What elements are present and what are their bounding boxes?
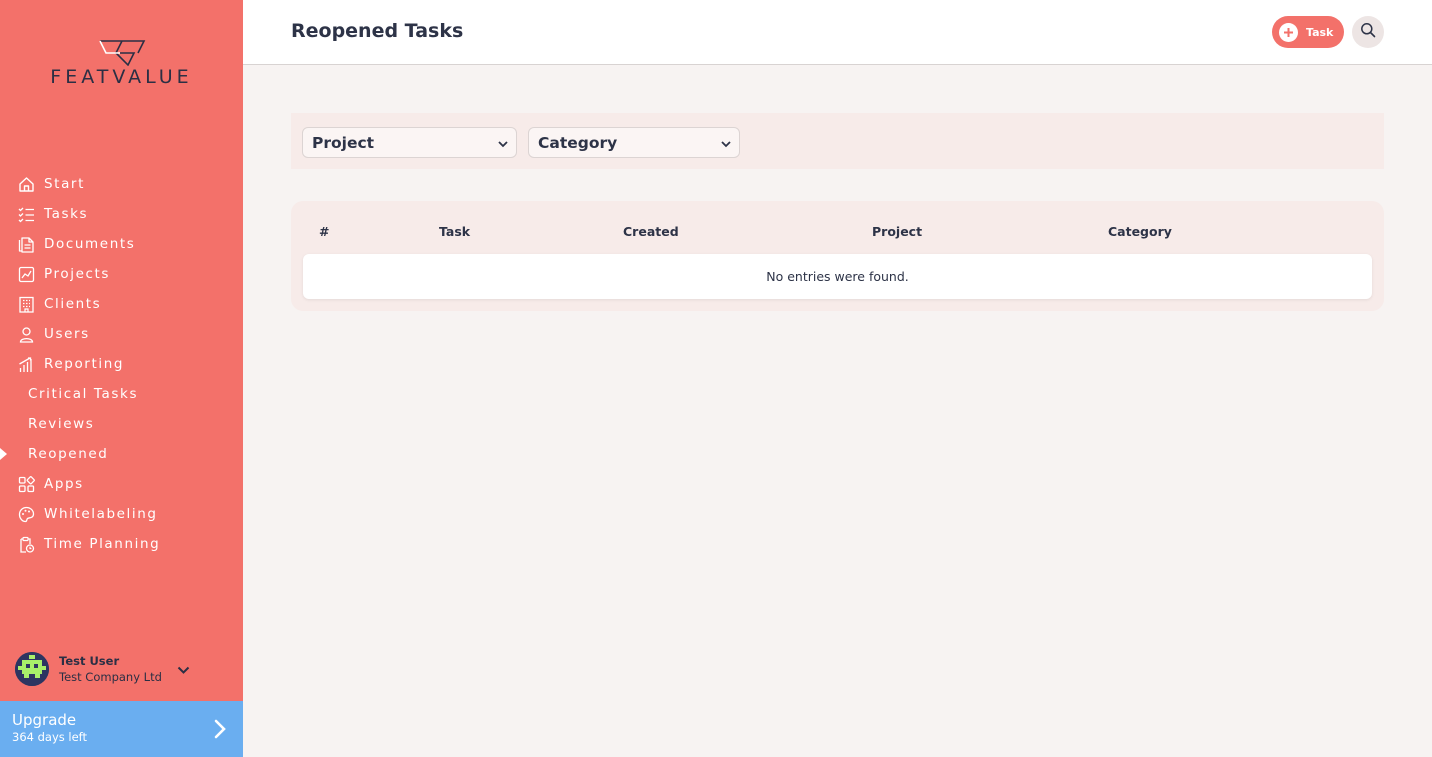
column-header-category[interactable]: Category — [1108, 224, 1172, 239]
add-task-button[interactable]: Task — [1272, 16, 1344, 48]
document-icon — [17, 235, 36, 254]
user-info: Test User Test Company Ltd — [59, 653, 162, 685]
sidebar-item-label: Whitelabeling — [44, 506, 158, 522]
sidebar-item-label: Reporting — [44, 356, 125, 372]
building-icon — [17, 295, 36, 314]
user-icon — [17, 325, 36, 344]
home-icon — [17, 175, 36, 194]
apps-icon — [17, 475, 36, 494]
sidebar-item-users[interactable]: Users — [0, 319, 243, 349]
sidebar-item-label: Projects — [44, 266, 111, 282]
project-select[interactable]: Project — [302, 127, 517, 158]
palette-icon — [17, 505, 36, 524]
sidebar-item-time-planning[interactable]: Time Planning — [0, 529, 243, 559]
sidebar-item-critical-tasks[interactable]: Critical Tasks — [0, 379, 243, 409]
sidebar-item-projects[interactable]: Projects — [0, 259, 243, 289]
category-select[interactable]: Category — [528, 127, 740, 158]
chart-icon — [17, 265, 36, 284]
sidebar-item-label: Reviews — [28, 416, 95, 432]
column-header-task[interactable]: Task — [439, 224, 470, 239]
sidebar-item-label: Tasks — [44, 206, 89, 222]
top-header: Reopened Tasks Task — [243, 0, 1432, 65]
avatar — [15, 652, 49, 686]
column-header-project[interactable]: Project — [872, 224, 922, 239]
chevron-down-icon[interactable] — [177, 660, 190, 679]
user-company: Test Company Ltd — [59, 670, 162, 684]
add-task-label: Task — [1306, 25, 1334, 39]
page-title: Reopened Tasks — [291, 20, 464, 42]
empty-table-message: No entries were found. — [303, 254, 1372, 299]
sidebar-item-documents[interactable]: Documents — [0, 229, 243, 259]
bar-chart-icon — [17, 355, 36, 374]
sidebar-item-label: Apps — [44, 476, 84, 492]
upgrade-banner[interactable]: Upgrade 364 days left — [0, 701, 243, 757]
featvalue-logo-icon — [98, 40, 145, 66]
sidebar-item-label: Start — [44, 176, 85, 192]
user-menu[interactable]: Test User Test Company Ltd — [15, 652, 235, 686]
filter-bar: Project Category — [291, 113, 1384, 169]
sidebar-item-label: Critical Tasks — [28, 386, 139, 402]
tasks-table: # Task Created Project Category No entri… — [291, 201, 1384, 311]
brand-name: FEATVALUE — [50, 66, 193, 88]
column-header-number[interactable]: # — [319, 224, 329, 239]
chevron-down-icon — [721, 134, 731, 152]
sidebar-nav: Start Tasks Documents Projects Clients U… — [0, 169, 243, 559]
clipboard-clock-icon — [17, 535, 36, 554]
sidebar-item-clients[interactable]: Clients — [0, 289, 243, 319]
checklist-icon — [17, 205, 36, 224]
sidebar-item-start[interactable]: Start — [0, 169, 243, 199]
sidebar-item-label: Time Planning — [44, 536, 161, 552]
sidebar-item-apps[interactable]: Apps — [0, 469, 243, 499]
active-indicator — [0, 448, 7, 460]
sidebar: FEATVALUE Start Tasks Documents Projects — [0, 0, 243, 757]
sidebar-item-label: Documents — [44, 236, 136, 252]
brand-logo[interactable]: FEATVALUE — [0, 40, 243, 88]
search-icon — [1360, 22, 1376, 42]
chevron-right-icon — [214, 719, 226, 743]
sidebar-item-tasks[interactable]: Tasks — [0, 199, 243, 229]
user-name: Test User — [59, 654, 120, 668]
search-button[interactable] — [1352, 16, 1384, 48]
sidebar-item-reviews[interactable]: Reviews — [0, 409, 243, 439]
upgrade-title: Upgrade — [12, 711, 77, 729]
upgrade-days-left: 364 days left — [12, 730, 88, 744]
project-select-value: Project — [312, 133, 375, 152]
sidebar-item-reopened[interactable]: Reopened — [0, 439, 243, 469]
chevron-down-icon — [498, 134, 508, 152]
sidebar-item-label: Reopened — [28, 446, 109, 462]
sidebar-item-label: Users — [44, 326, 90, 342]
plus-icon — [1279, 22, 1298, 42]
sidebar-item-whitelabeling[interactable]: Whitelabeling — [0, 499, 243, 529]
sidebar-item-label: Clients — [44, 296, 102, 312]
category-select-value: Category — [538, 133, 618, 152]
column-header-created[interactable]: Created — [623, 224, 679, 239]
sidebar-item-reporting[interactable]: Reporting — [0, 349, 243, 379]
